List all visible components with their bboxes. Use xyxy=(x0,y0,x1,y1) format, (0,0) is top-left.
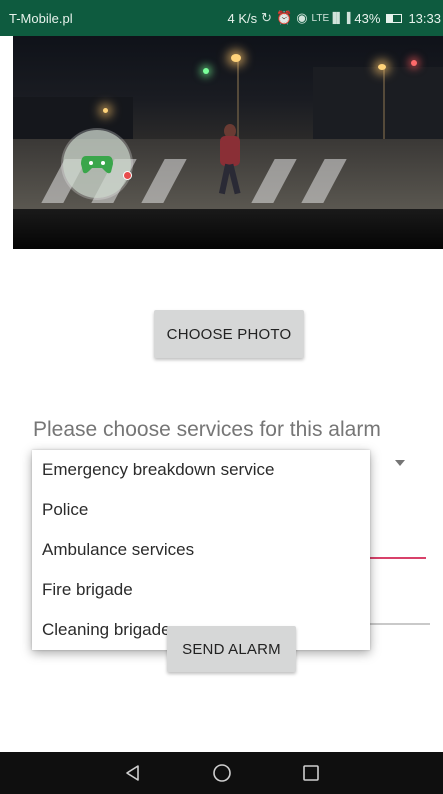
dropdown-option[interactable]: Emergency breakdown service xyxy=(32,450,370,490)
network-speed: 4 K/s xyxy=(227,10,258,26)
services-dropdown: Emergency breakdown service Police Ambul… xyxy=(32,450,370,650)
game-controller-icon xyxy=(81,156,113,174)
home-icon xyxy=(212,764,231,782)
send-alarm-button[interactable]: SEND ALARM xyxy=(167,626,296,672)
floating-overlay-bubble[interactable] xyxy=(63,130,132,198)
choose-photo-button[interactable]: CHOOSE PHOTO xyxy=(154,310,304,358)
street-light xyxy=(203,68,209,74)
input-underline xyxy=(362,623,430,625)
eye-icon: ◉ xyxy=(296,10,308,25)
battery-percent: 43% xyxy=(354,10,381,26)
input-underline-focused xyxy=(362,557,426,559)
dropdown-arrow-icon[interactable] xyxy=(395,460,405,466)
services-prompt: Please choose services for this alarm xyxy=(33,418,381,441)
dropdown-option[interactable]: Ambulance services xyxy=(32,530,370,570)
notification-dot xyxy=(123,171,132,180)
sync-icon: ↻ xyxy=(261,10,273,25)
status-time: 13:33 xyxy=(408,10,441,26)
back-icon xyxy=(125,765,139,781)
dropdown-option[interactable]: Police xyxy=(32,490,370,530)
street-light xyxy=(378,64,386,70)
street-light xyxy=(103,108,108,113)
back-button[interactable] xyxy=(119,759,147,787)
recents-button[interactable] xyxy=(297,759,325,787)
dropdown-option[interactable]: Fire brigade xyxy=(32,570,370,610)
street-pole xyxy=(383,66,385,146)
status-bar: T-Mobile.pl 4 K/s ↻ ⏰ ◉ LTE▐▌▐ 43% 13:33 xyxy=(0,0,443,36)
recents-icon xyxy=(302,765,319,781)
navigation-bar xyxy=(0,752,443,794)
street-light xyxy=(231,54,241,62)
selected-photo xyxy=(13,36,443,249)
home-button[interactable] xyxy=(208,759,236,787)
signal-icon: LTE▐▌▐ xyxy=(311,12,351,24)
battery-icon xyxy=(386,13,403,23)
status-icons: 4 K/s ↻ ⏰ ◉ LTE▐▌▐ 43% 13:33 xyxy=(227,10,443,26)
pedestrian xyxy=(218,124,242,195)
alarm-icon: ⏰ xyxy=(276,10,293,25)
car-dashboard xyxy=(13,209,443,249)
carrier-label: T-Mobile.pl xyxy=(9,10,73,26)
street-light xyxy=(411,60,417,66)
